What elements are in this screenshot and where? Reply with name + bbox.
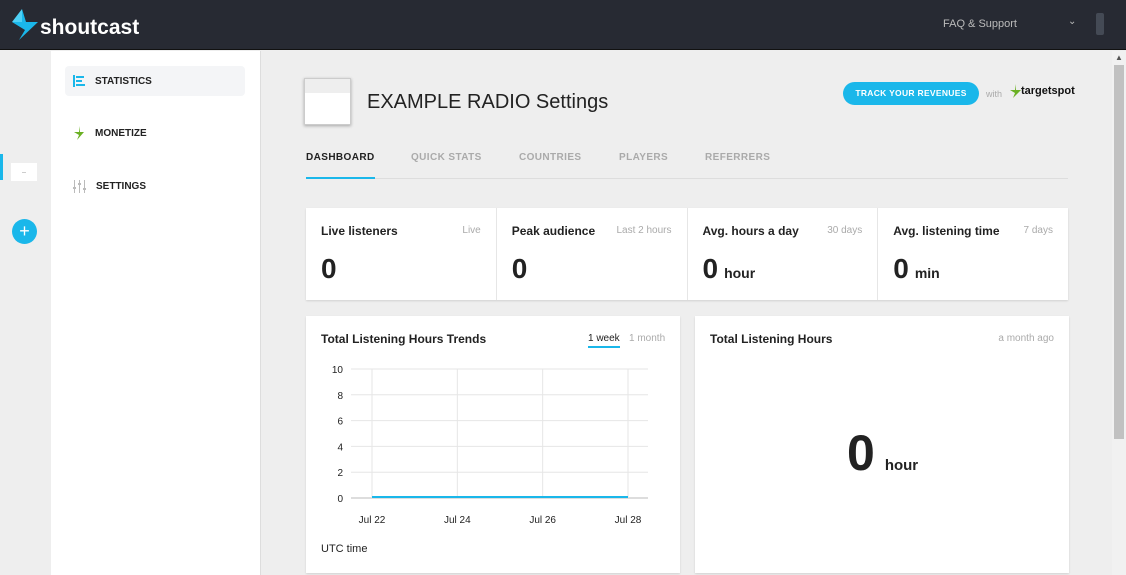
- shoutcast-logo[interactable]: shoutcast: [12, 9, 139, 41]
- lightning-icon: [74, 126, 84, 140]
- total-hours-card: Total Listening Hours a month ago 0 hour: [695, 316, 1069, 573]
- station-thumbnail[interactable]: —: [11, 163, 37, 181]
- stat-period: Live: [462, 225, 481, 236]
- tab-dashboard[interactable]: DASHBOARD: [306, 152, 375, 179]
- sidebar-item-label: SETTINGS: [96, 180, 147, 192]
- stat-live-listeners: Live listeners Live 0: [306, 208, 497, 300]
- stat-unit: min: [914, 265, 940, 281]
- stat-value: 0: [702, 253, 719, 284]
- unit: hour: [884, 457, 919, 474]
- active-station-indicator: [0, 154, 3, 180]
- partner-name: targetspot: [1021, 85, 1075, 97]
- tab-bar: DASHBOARD QUICK STATS COUNTRIES PLAYERS …: [306, 150, 1068, 179]
- sidebar-item-statistics[interactable]: STATISTICS: [65, 66, 245, 96]
- top-header: shoutcast FAQ & Support ⌄: [0, 0, 1126, 50]
- y-tick-label: 10: [332, 365, 344, 376]
- stat-label: Avg. listening time: [893, 224, 1000, 238]
- scroll-thumb[interactable]: [1114, 65, 1124, 439]
- page-title: EXAMPLE RADIO Settings: [367, 91, 609, 113]
- range-1-month[interactable]: 1 month: [629, 333, 665, 344]
- user-menu-handle[interactable]: [1096, 13, 1104, 35]
- y-tick-label: 6: [337, 417, 343, 428]
- range-1-week[interactable]: 1 week: [588, 333, 620, 348]
- targetspot-logo[interactable]: targetspot: [1010, 84, 1075, 98]
- stat-label: Peak audience: [511, 224, 596, 238]
- add-station-button[interactable]: +: [12, 219, 37, 244]
- x-axis-label: UTC time: [321, 543, 368, 555]
- sliders-icon: [73, 179, 86, 193]
- lightning-logo-icon: [12, 9, 38, 40]
- tab-players[interactable]: PLAYERS: [619, 152, 668, 177]
- track-revenues-button[interactable]: TRACK YOUR REVENUES: [843, 82, 979, 105]
- total-hours-value: 0 hour: [847, 424, 918, 482]
- sidebar-item-label: STATISTICS: [95, 75, 152, 87]
- x-tick-label: Jul 28: [615, 515, 642, 526]
- with-label: with: [986, 89, 1003, 99]
- trends-chart: 0 2 4 6 8 10 Jul 22 Jul 24 Jul 26 Jul 28: [332, 365, 648, 526]
- stat-unit: hour: [724, 265, 756, 281]
- updated-time: a month ago: [998, 333, 1054, 344]
- sidebar-item-monetize[interactable]: MONETIZE: [65, 118, 245, 148]
- station-rail: — +: [0, 51, 51, 575]
- stat-label: Avg. hours a day: [702, 224, 799, 238]
- tab-quick-stats[interactable]: QUICK STATS: [411, 152, 482, 177]
- stat-period: 30 days: [827, 225, 863, 236]
- tab-referrers[interactable]: REFERRERS: [705, 152, 770, 177]
- scroll-up-icon[interactable]: ▲: [1115, 53, 1123, 62]
- station-logo[interactable]: [304, 78, 351, 125]
- value: 0: [847, 425, 875, 481]
- stat-value: 0: [321, 253, 337, 284]
- statistics-icon: [73, 75, 85, 87]
- y-tick-label: 0: [337, 494, 343, 505]
- sidebar-item-label: MONETIZE: [95, 127, 147, 139]
- stat-value: 0: [893, 253, 909, 284]
- card-title: Total Listening Hours: [710, 332, 833, 346]
- stat-period: 7 days: [1023, 225, 1053, 236]
- vertical-scrollbar[interactable]: ▲: [1112, 51, 1126, 575]
- trends-card: Total Listening Hours Trends 1 week 1 mo…: [306, 316, 680, 573]
- stat-value: 0: [511, 253, 528, 284]
- sidebar: STATISTICS MONETIZE SETTINGS: [51, 51, 261, 575]
- stats-panel: Live listeners Live 0 Peak audience Last 2 …: [306, 208, 1068, 300]
- card-title: Total Listening Hours Trends: [321, 332, 487, 346]
- stat-peak-audience: Peak audience Last 2 hours 0: [497, 208, 688, 300]
- sidebar-item-settings[interactable]: SETTINGS: [65, 171, 245, 201]
- x-tick-label: Jul 22: [359, 515, 386, 526]
- stat-avg-hours: Avg. hours a day 30 days 0 hour: [688, 208, 879, 300]
- chevron-down-icon[interactable]: ⌄: [1068, 16, 1076, 27]
- y-tick-label: 2: [337, 468, 343, 479]
- targetspot-icon: [1010, 84, 1021, 98]
- tab-countries[interactable]: COUNTRIES: [519, 152, 582, 177]
- stat-label: Live listeners: [321, 224, 398, 238]
- x-tick-label: Jul 26: [529, 515, 556, 526]
- y-tick-label: 4: [337, 442, 343, 453]
- faq-support-menu[interactable]: FAQ & Support: [943, 18, 1017, 30]
- y-tick-label: 8: [337, 391, 343, 402]
- stat-avg-listening-time: Avg. listening time 7 days 0 min: [878, 208, 1068, 300]
- stat-period: Last 2 hours: [616, 225, 672, 236]
- x-tick-label: Jul 24: [444, 515, 471, 526]
- brand-name: shoutcast: [40, 16, 140, 39]
